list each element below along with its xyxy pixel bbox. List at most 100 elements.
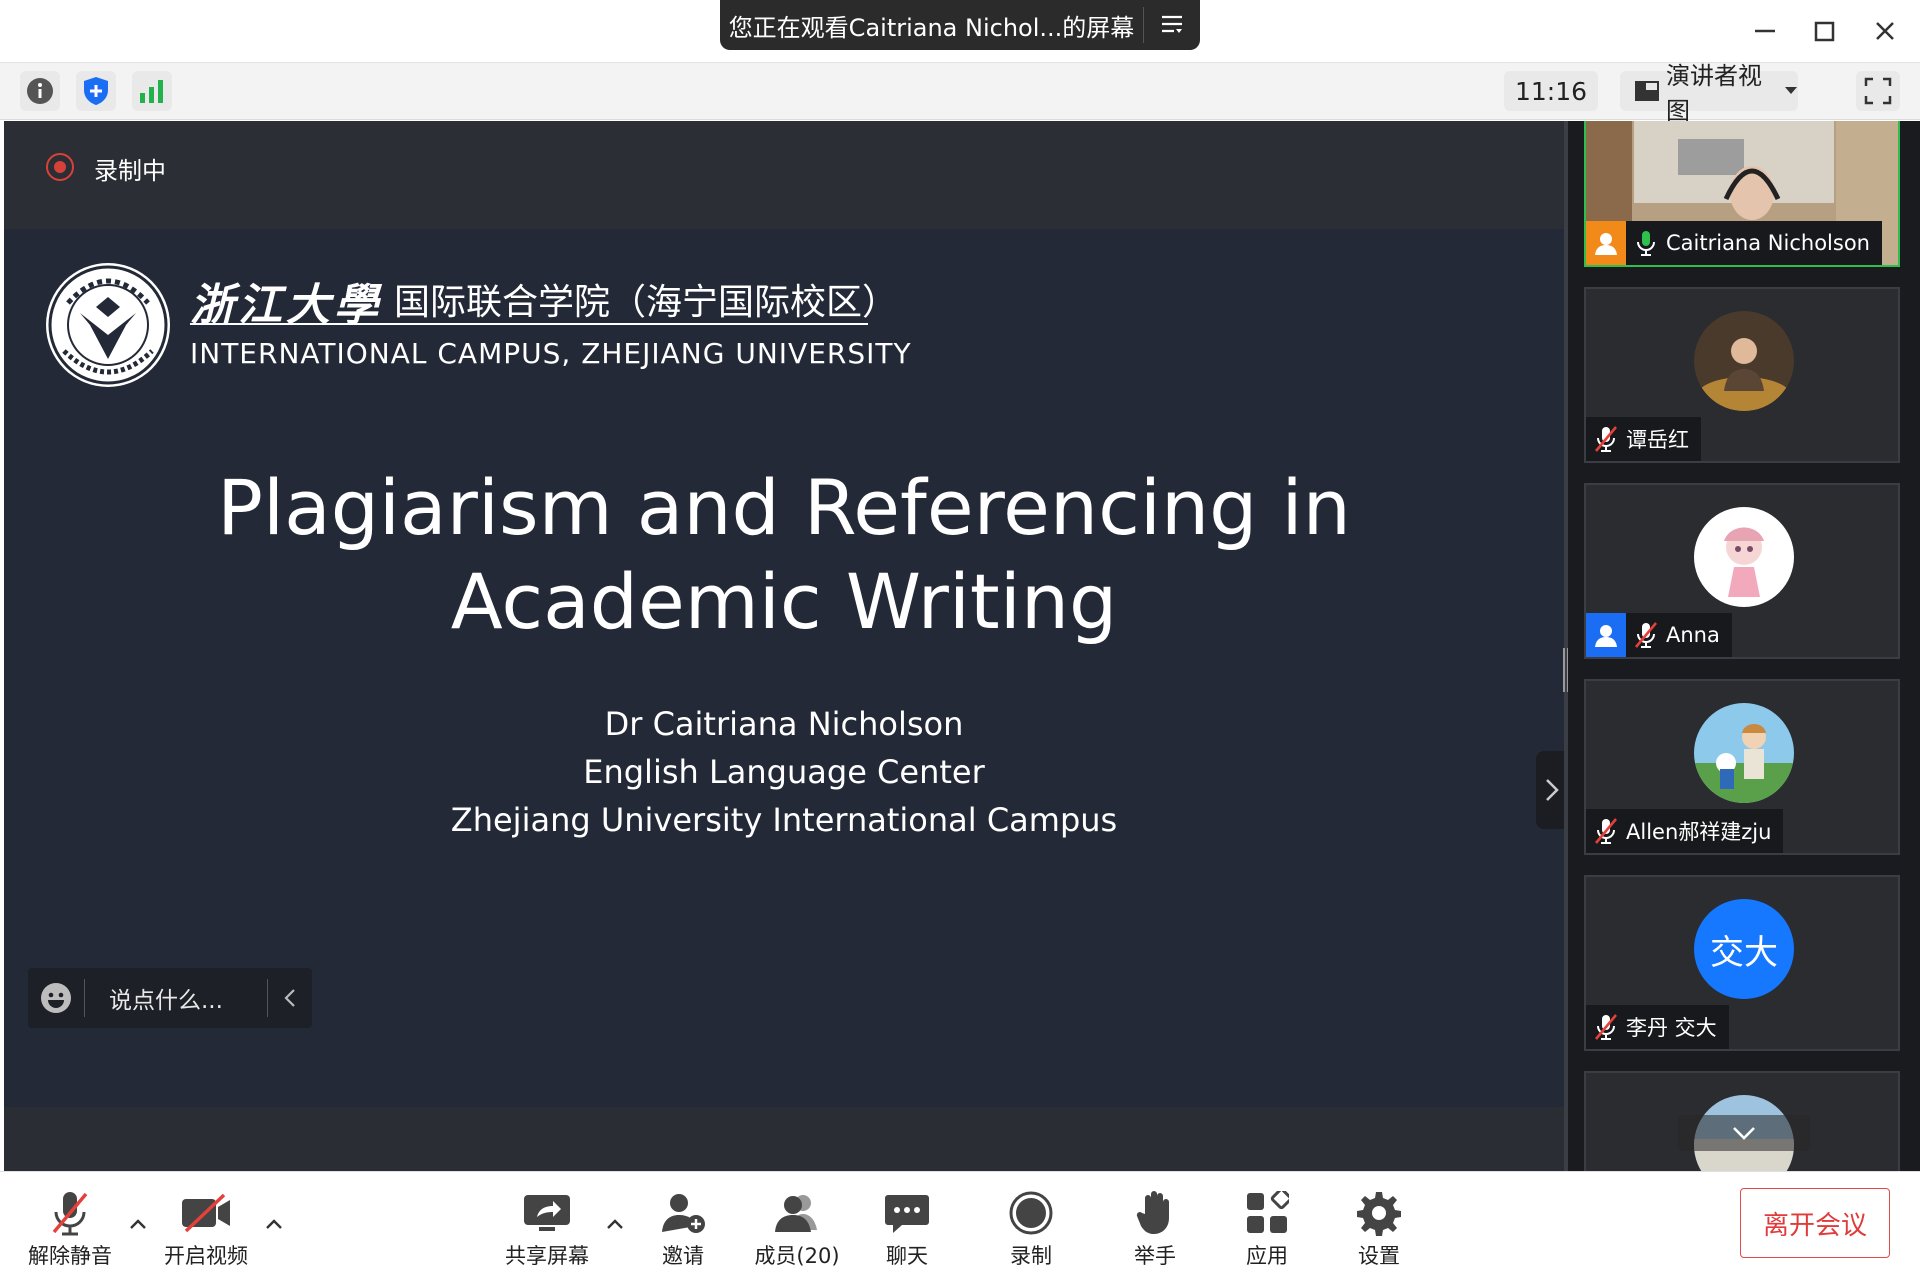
video-off-icon [178,1188,234,1238]
scroll-down-button[interactable] [1678,1115,1810,1151]
close-icon[interactable] [1860,10,1910,52]
meeting-clock: 11:16 [1504,71,1598,111]
mic-on-icon [1626,221,1666,265]
participant-tile[interactable]: Caitriana Nicholson [1584,121,1900,267]
shared-screen-area: 录制中 浙江大學 国际联合学院（海宁国际校区） INTERNATIONAL CA… [4,121,1568,1171]
start-video-button[interactable]: 开启视频 [151,1188,261,1270]
view-mode-dropdown[interactable]: 演讲者视图 [1620,62,1798,125]
share-options-chevron-up-icon[interactable] [603,1212,627,1236]
record-icon [1003,1188,1059,1238]
unmute-button[interactable]: 解除静音 [15,1188,125,1270]
apps-label: 应用 [1246,1244,1288,1268]
recording-label: 录制中 [94,157,166,185]
participant-nametag: 李丹 交大 [1586,1005,1729,1049]
screen-share-notice[interactable]: 您正在观看Caitriana Nichol...的屏幕 [720,0,1200,50]
speaker-view-icon [1634,79,1660,103]
shield-plus-icon[interactable] [76,71,116,111]
participant-tile[interactable]: Anna [1584,483,1900,659]
participant-panel: Caitriana Nicholson 谭岳红 Anna Allen郝祥建zju… [1568,121,1920,1171]
host-badge-icon [1586,221,1626,265]
slide-title-line-2: Academic Writing [450,557,1118,646]
start-video-label: 开启视频 [164,1244,248,1268]
share-screen-button[interactable]: 共享屏幕 [492,1188,602,1270]
members-label: 成员(20) [754,1244,840,1268]
participant-name: Anna [1666,623,1720,647]
apps-grid-icon [1239,1188,1295,1238]
chevron-down-icon [1784,86,1798,96]
participant-tile[interactable]: Allen郝祥建zju [1584,679,1900,855]
invite-label: 邀请 [662,1244,704,1268]
participant-name: Caitriana Nicholson [1666,231,1870,255]
college-name: 国际联合学院（海宁国际校区） [394,282,899,323]
gear-icon [1351,1188,1407,1238]
share-notice-text: 您正在观看Caitriana Nichol...的屏幕 [728,13,1135,42]
slide-institution: Zhejiang University International Campus [450,801,1118,839]
participant-tile[interactable]: 交大 李丹 交大 [1584,875,1900,1051]
participant-name: 李丹 交大 [1626,1016,1717,1040]
participant-tile[interactable] [1584,1071,1900,1171]
chat-button[interactable]: 聊天 [852,1188,962,1270]
recording-indicator: 录制中 [4,121,1564,229]
chat-label: 聊天 [886,1244,928,1268]
quick-chat-bar[interactable]: 说点什么... [28,968,312,1028]
members-icon [769,1188,825,1238]
settings-button[interactable]: 设置 [1324,1188,1434,1270]
participant-tile[interactable]: 谭岳红 [1584,287,1900,463]
share-menu-icon[interactable] [1144,0,1200,50]
meeting-toolbar: 11:16 演讲者视图 [0,62,1920,125]
university-seal-logo [46,263,170,387]
record-label: 录制 [1010,1244,1052,1268]
record-dot-icon [46,153,74,181]
leave-meeting-button[interactable]: 离开会议 [1740,1188,1890,1258]
participant-nametag: Allen郝祥建zju [1586,809,1784,853]
slide-department: English Language Center [583,753,985,791]
window-titlebar: 您正在观看Caitriana Nichol...的屏幕 [0,0,1920,62]
participant-name: Allen郝祥建zju [1626,820,1772,844]
chevron-right-icon [1545,778,1559,802]
chat-bubble-icon [879,1188,935,1238]
share-screen-icon [519,1188,575,1238]
participant-name: 谭岳红 [1626,428,1689,452]
record-button[interactable]: 录制 [976,1188,1086,1270]
emoji-icon[interactable] [28,982,84,1014]
participant-nametag: Anna [1586,613,1732,657]
logo-divider [190,323,868,325]
members-button[interactable]: 成员(20) [742,1188,852,1270]
mic-muted-icon [1586,1005,1626,1049]
minimize-icon[interactable] [1740,10,1790,52]
raise-hand-label: 举手 [1134,1244,1176,1268]
mic-muted-icon [1626,613,1666,657]
campus-name-english: INTERNATIONAL CAMPUS, ZHEJIANG UNIVERSIT… [190,337,912,370]
cohost-badge-icon [1586,613,1626,657]
participant-avatar [1694,311,1794,411]
invite-button[interactable]: 邀请 [628,1188,738,1270]
raise-hand-icon [1127,1188,1183,1238]
slide-title: Plagiarism and Referencing in Academic W… [4,461,1564,649]
chevron-left-icon[interactable] [268,988,312,1008]
fullscreen-icon[interactable] [1856,71,1900,111]
video-options-chevron-up-icon[interactable] [262,1212,286,1236]
chat-input-placeholder[interactable]: 说点什么... [85,981,267,1015]
maximize-icon[interactable] [1800,10,1850,52]
signal-bars-icon[interactable] [132,71,172,111]
meeting-controls: 解除静音 开启视频 共享屏幕 邀请 成员(20) 聊天 录制 举手 应用 设置 … [0,1171,1920,1280]
participant-avatar-initials: 交大 [1694,899,1794,999]
mic-muted-icon [1586,809,1626,853]
apps-button[interactable]: 应用 [1212,1188,1322,1270]
unmute-label: 解除静音 [28,1244,112,1268]
slide-title-line-1: Plagiarism and Referencing in [217,463,1351,552]
mic-muted-icon [42,1188,98,1238]
chevron-down-icon [1732,1126,1756,1140]
participant-nametag: 谭岳红 [1586,417,1701,461]
mic-muted-icon [1586,417,1626,461]
audio-options-chevron-up-icon[interactable] [126,1212,150,1236]
info-icon[interactable] [20,71,60,111]
participant-avatar [1694,507,1794,607]
participant-avatar [1694,703,1794,803]
share-screen-label: 共享屏幕 [505,1244,589,1268]
add-user-icon [655,1188,711,1238]
participant-nametag: Caitriana Nicholson [1586,221,1882,265]
raise-hand-button[interactable]: 举手 [1100,1188,1210,1270]
slide-author: Dr Caitriana Nicholson [604,705,964,743]
settings-label: 设置 [1358,1244,1400,1268]
